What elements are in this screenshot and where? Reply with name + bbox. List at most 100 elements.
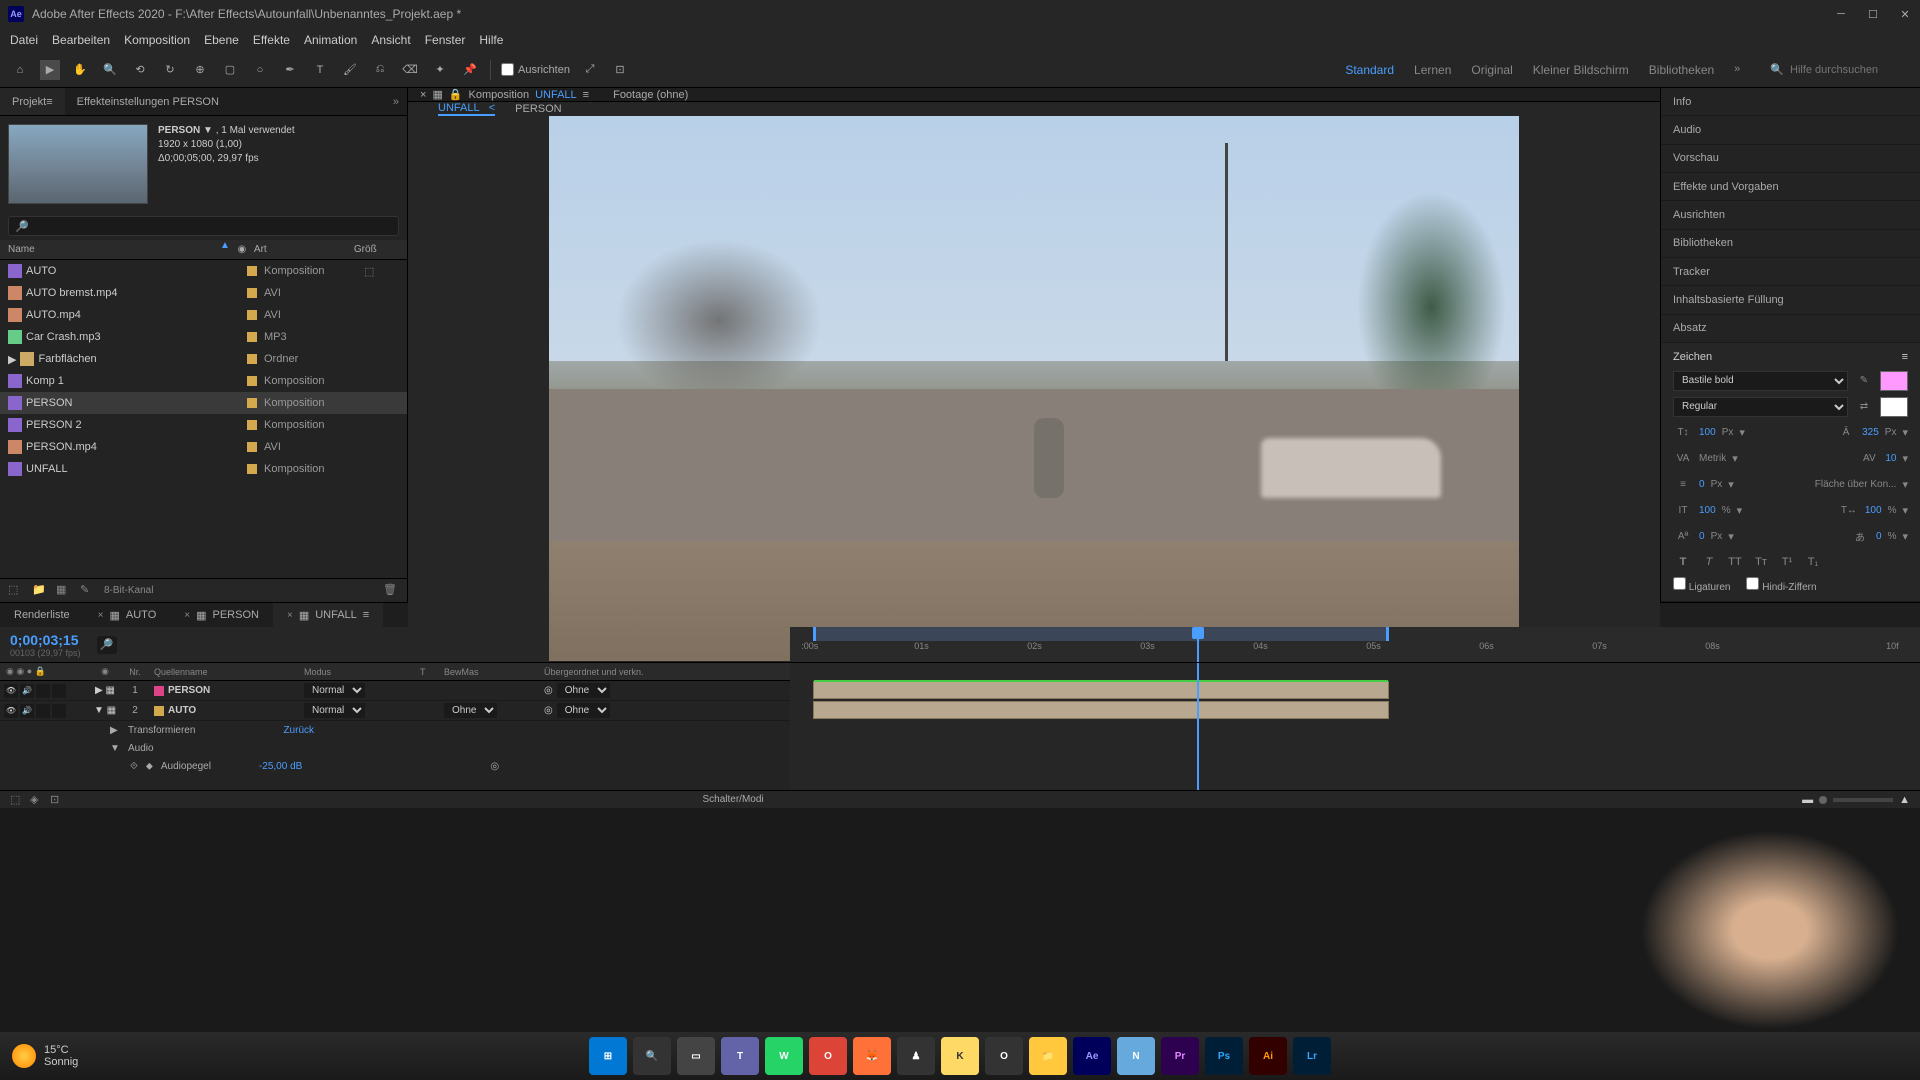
taskbar-app[interactable]: 📁 [1029, 1037, 1067, 1075]
orbit-tool-icon[interactable]: ⟲ [130, 60, 150, 80]
zoom-out-icon[interactable]: ▬ [1802, 794, 1813, 806]
timeline-timecode[interactable]: 0;00;03;15 [10, 632, 81, 648]
tlf-icon2[interactable]: ◈ [30, 793, 44, 807]
composition-viewer[interactable] [408, 116, 1660, 661]
project-item[interactable]: AUTO bremst.mp4 AVI [0, 282, 407, 304]
puppet-tool-icon[interactable]: 📌 [460, 60, 480, 80]
swap-colors-icon[interactable]: ⇄ [1854, 397, 1874, 417]
trash-icon[interactable]: 🗑 [383, 583, 399, 599]
maximize-button[interactable]: ☐ [1866, 7, 1880, 21]
rotate-tool-icon[interactable]: ↻ [160, 60, 180, 80]
taskbar-app[interactable]: O [985, 1037, 1023, 1075]
layer1-mode[interactable]: Normal [304, 683, 365, 698]
taskbar-app[interactable]: ⊞ [589, 1037, 627, 1075]
workspace-original[interactable]: Original [1471, 63, 1512, 77]
italic-button[interactable]: T [1699, 553, 1719, 571]
kerning-select[interactable]: Metrik [1699, 453, 1726, 464]
timeline-search[interactable]: 🔎 [97, 636, 117, 654]
taskbar-app[interactable]: ♟ [897, 1037, 935, 1075]
workspace-overflow-icon[interactable]: » [1734, 63, 1740, 77]
workspace-kleiner[interactable]: Kleiner Bildschirm [1533, 63, 1629, 77]
footage-tab[interactable]: Footage (ohne) [601, 88, 700, 101]
panel-bibliotheken[interactable]: Bibliotheken [1661, 230, 1920, 258]
tsume-input[interactable]: 0 [1876, 531, 1882, 542]
clone-tool-icon[interactable]: ⎌ [370, 60, 390, 80]
subtab-unfall[interactable]: UNFALL < [438, 102, 495, 116]
bit-depth[interactable]: 8-Bit-Kanal [104, 585, 153, 596]
layer-row-2[interactable]: 👁🔊 ▼ ▦ 2 AUTO Normal Ohne ◎ Ohne [0, 701, 790, 721]
font-style-select[interactable]: Regular [1673, 397, 1848, 417]
fill-color-swatch[interactable] [1880, 371, 1908, 391]
workspace-lernen[interactable]: Lernen [1414, 63, 1451, 77]
smallcaps-button[interactable]: Tᴛ [1751, 553, 1771, 571]
col-label[interactable]: ◉ [230, 240, 254, 259]
layer2-parent[interactable]: Ohne [557, 703, 610, 718]
taskbar-app[interactable]: O [809, 1037, 847, 1075]
col-name[interactable]: Name [0, 240, 240, 259]
project-item[interactable]: PERSON Komposition [0, 392, 407, 414]
align-checkbox[interactable]: Ausrichten [501, 63, 570, 76]
audio-row[interactable]: ▼Audio [0, 739, 790, 757]
stroke-width-input[interactable]: 0 [1699, 479, 1705, 490]
close-button[interactable]: ✕ [1898, 7, 1912, 21]
taskbar-app[interactable]: Lr [1293, 1037, 1331, 1075]
panel-vorschau[interactable]: Vorschau [1661, 145, 1920, 173]
comp-tab-header[interactable]: × ▦ 🔒 Komposition UNFALL ≡ [408, 88, 601, 101]
menu-ebene[interactable]: Ebene [204, 33, 239, 47]
menu-ansicht[interactable]: Ansicht [371, 33, 410, 47]
project-item[interactable]: Komp 1 Komposition [0, 370, 407, 392]
panel-effekte[interactable]: Effekte und Vorgaben [1661, 173, 1920, 201]
tab-projekt[interactable]: Projekt ≡ [0, 88, 65, 115]
panel-tracker[interactable]: Tracker [1661, 258, 1920, 286]
subtab-person[interactable]: PERSON [515, 103, 561, 115]
taskbar-app[interactable]: T [721, 1037, 759, 1075]
panel-inhaltsfuellung[interactable]: Inhaltsbasierte Füllung [1661, 286, 1920, 314]
taskbar-app[interactable]: ▭ [677, 1037, 715, 1075]
panel-menu-icon[interactable]: ≡ [1902, 351, 1908, 363]
zoom-tool-icon[interactable]: 🔍 [100, 60, 120, 80]
stroke-color-swatch[interactable] [1880, 397, 1908, 417]
layer2-mode[interactable]: Normal [304, 703, 365, 718]
new-folder-icon[interactable]: 📁 [32, 583, 48, 599]
tlf-icon3[interactable]: ⊡ [50, 793, 64, 807]
tab-unfall[interactable]: × ▦ UNFALL ≡ [273, 603, 383, 627]
selection-tool-icon[interactable]: ▶ [40, 60, 60, 80]
tab-auto[interactable]: × ▦ AUTO [84, 603, 171, 627]
vscale-input[interactable]: 100 [1699, 505, 1716, 516]
taskbar-app[interactable]: W [765, 1037, 803, 1075]
transform-row[interactable]: ▶Transformieren Zurück [0, 721, 790, 739]
project-item[interactable]: UNFALL Komposition [0, 458, 407, 480]
allcaps-button[interactable]: TT [1725, 553, 1745, 571]
fill-over-select[interactable]: Fläche über Kon... [1815, 479, 1897, 490]
rect-tool-icon[interactable]: ▢ [220, 60, 240, 80]
layer1-parent[interactable]: Ohne [557, 683, 610, 698]
menu-bearbeiten[interactable]: Bearbeiten [52, 33, 110, 47]
col-gros[interactable]: Größ [354, 240, 394, 259]
pen-tool-icon[interactable]: ✒ [280, 60, 300, 80]
taskbar-app[interactable]: Pr [1161, 1037, 1199, 1075]
project-item[interactable]: PERSON.mp4 AVI [0, 436, 407, 458]
workspace-standard[interactable]: Standard [1345, 63, 1394, 77]
layer2-bewmas[interactable]: Ohne [444, 703, 497, 718]
project-item[interactable]: AUTO.mp4 AVI [0, 304, 407, 326]
menu-komposition[interactable]: Komposition [124, 33, 190, 47]
text-tool-icon[interactable]: T [310, 60, 330, 80]
subscript-button[interactable]: T₁ [1803, 553, 1823, 571]
menu-animation[interactable]: Animation [304, 33, 357, 47]
brush-tool-icon[interactable]: 🖌 [340, 60, 360, 80]
panel-absatz[interactable]: Absatz [1661, 315, 1920, 343]
taskbar-app[interactable]: 🔍 [633, 1037, 671, 1075]
ellipse-tool-icon[interactable]: ○ [250, 60, 270, 80]
eraser-tool-icon[interactable]: ⌫ [400, 60, 420, 80]
superscript-button[interactable]: T¹ [1777, 553, 1797, 571]
col-art[interactable]: Art [254, 240, 354, 259]
eyedropper-icon[interactable]: ✎ [1854, 371, 1874, 391]
menu-fenster[interactable]: Fenster [425, 33, 466, 47]
snap2-icon[interactable]: ⊡ [610, 60, 630, 80]
switch-modi-toggle[interactable]: Schalter/Modi [702, 794, 763, 805]
panel-audio[interactable]: Audio [1661, 116, 1920, 144]
interpret-icon[interactable]: ⬚ [8, 583, 24, 599]
leading-input[interactable]: 325 [1862, 427, 1879, 438]
taskbar-app[interactable]: K [941, 1037, 979, 1075]
workspace-bibliotheken[interactable]: Bibliotheken [1649, 63, 1714, 77]
